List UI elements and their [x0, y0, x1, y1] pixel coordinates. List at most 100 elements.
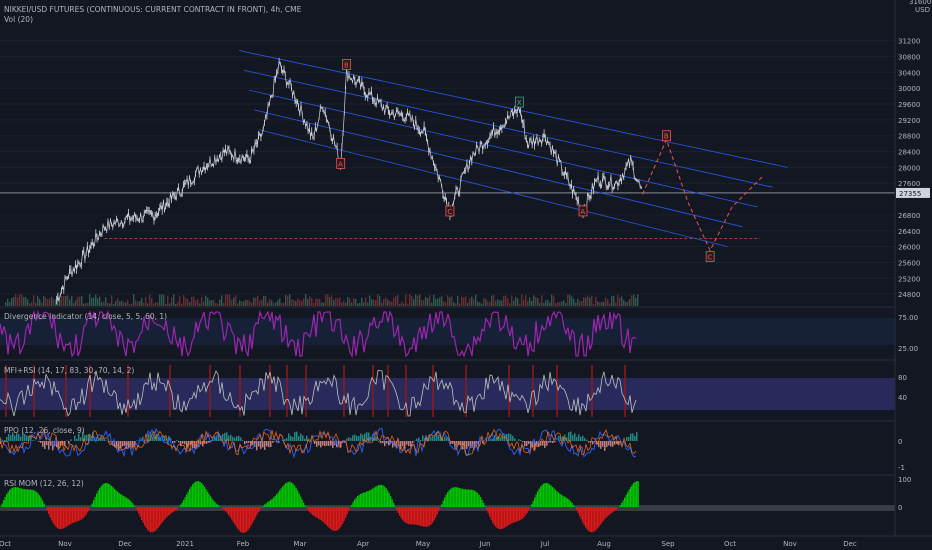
- rsi-mom-bar: [130, 501, 132, 507]
- volume-bar: [291, 299, 293, 306]
- rsi-mom-bar: [18, 487, 20, 507]
- rsi-mom-bar: [309, 507, 311, 513]
- rsi-mom-bar: [382, 485, 384, 507]
- rsi-mom-bar: [367, 491, 369, 507]
- rsi-mom-bar: [265, 503, 267, 507]
- volume-bar: [197, 299, 199, 306]
- ppo-hist: [242, 440, 244, 441]
- ppo-hist: [120, 441, 122, 449]
- current-price-value: 27355: [899, 190, 921, 198]
- volume-bar: [413, 299, 415, 306]
- rsi-mom-bar: [288, 481, 290, 507]
- rsi-mom-bar: [390, 496, 392, 507]
- volume-bar: [133, 294, 135, 306]
- ppo-hist: [546, 441, 548, 446]
- volume-bar: [481, 303, 483, 306]
- ppo-hist: [148, 433, 150, 441]
- rsi-mom-bar: [210, 496, 212, 507]
- rsi-mom-bar: [589, 507, 591, 532]
- rsi-mom-bar: [330, 507, 332, 530]
- volume-bar: [427, 297, 429, 306]
- volume-bar: [449, 297, 451, 306]
- rsi-mom-bar: [69, 507, 71, 525]
- ppo-hist: [446, 437, 448, 441]
- ppo-hist: [350, 438, 352, 441]
- ppo-hist: [8, 433, 10, 441]
- ppo-hist: [468, 441, 470, 447]
- rsi-mom-bar: [303, 502, 305, 507]
- volume-bar: [233, 297, 235, 306]
- rsi-mom-bar: [103, 483, 105, 507]
- ppo-hist: [104, 439, 106, 441]
- rsi-mom-bar: [627, 492, 629, 507]
- rsi-mom-bar: [256, 507, 258, 515]
- volume-bar: [97, 298, 99, 306]
- volume-bar: [179, 296, 181, 306]
- rsi-mom-bar: [379, 484, 381, 507]
- volume-bar: [619, 297, 621, 306]
- ppo-hist: [124, 441, 126, 446]
- volume-bar: [613, 295, 615, 306]
- volume-bar: [415, 294, 417, 306]
- rsi-mom-bar: [279, 490, 281, 507]
- rsi-mom-bar: [93, 500, 95, 507]
- rsi-mom-bar: [229, 507, 231, 518]
- volume-bar: [299, 300, 301, 306]
- volume-bar: [555, 303, 557, 306]
- rsi-mom-bar: [526, 507, 528, 514]
- ppo-hist: [230, 434, 232, 441]
- volume-bar: [111, 295, 113, 306]
- ppo-hist: [182, 441, 184, 444]
- rsi-mom-bar: [514, 507, 516, 523]
- volume-bar: [507, 298, 509, 306]
- rsi-mom-bar: [88, 507, 90, 510]
- volume-bar: [103, 301, 105, 306]
- ppo-hist: [174, 441, 176, 443]
- volume-bar: [567, 294, 569, 306]
- volume-bar: [569, 294, 571, 306]
- rsi-mom-bar: [441, 504, 443, 507]
- rsi-mom-bar: [484, 506, 486, 507]
- ppo-hist: [600, 441, 602, 449]
- rsi-mom-bar: [111, 485, 113, 507]
- volume-bar: [587, 295, 589, 306]
- chart-canvas[interactable]: B A X C A B C 75.00 25.00 80 40 0 -1 100 0 31200 30…: [0, 0, 932, 550]
- rsi-mom-bar: [448, 490, 450, 507]
- price-tick-label: 30800: [898, 54, 920, 62]
- time-tick-label: Sep: [661, 540, 675, 548]
- volume-bar: [447, 295, 449, 306]
- rsi-mom-bar: [406, 507, 408, 524]
- volume-bar: [245, 299, 247, 306]
- rsi-mom-bar: [451, 487, 453, 507]
- price-tick-label: 29600: [898, 101, 920, 109]
- time-tick-label: Nov: [783, 540, 797, 548]
- volume-bar: [393, 297, 395, 306]
- rsi-mom-bar: [40, 497, 42, 507]
- ppo-hist: [626, 437, 628, 441]
- price-tick-label: 31200: [898, 38, 920, 46]
- volume-bar: [249, 300, 251, 306]
- volume-bar: [437, 298, 439, 306]
- volume-bar: [15, 294, 17, 306]
- rsi-mom-bar: [400, 507, 402, 519]
- rsi-mom-bar: [556, 491, 558, 507]
- rsi-mom-bar: [238, 507, 240, 531]
- rsi-mom-bar: [460, 488, 462, 507]
- ppo-hist: [512, 435, 514, 441]
- volume-bar: [43, 296, 45, 306]
- rsi-mom-bar: [273, 497, 275, 507]
- rsi-mom-bar: [280, 488, 282, 507]
- volume-bar: [31, 302, 33, 306]
- rsi-mom-bar: [232, 507, 234, 522]
- rsi-mom-bar: [174, 507, 176, 511]
- ppo-hist: [358, 436, 360, 441]
- rsi-mom-bar: [636, 481, 638, 507]
- volume-bar: [501, 300, 503, 306]
- ppo-hist: [286, 437, 288, 441]
- volume-bar: [321, 302, 323, 306]
- volume-bar: [77, 296, 79, 306]
- rsi-mom-bar: [72, 507, 74, 524]
- rsi-mom-bar: [333, 507, 335, 531]
- ppo-hist: [500, 436, 502, 441]
- volume-bar: [493, 294, 495, 306]
